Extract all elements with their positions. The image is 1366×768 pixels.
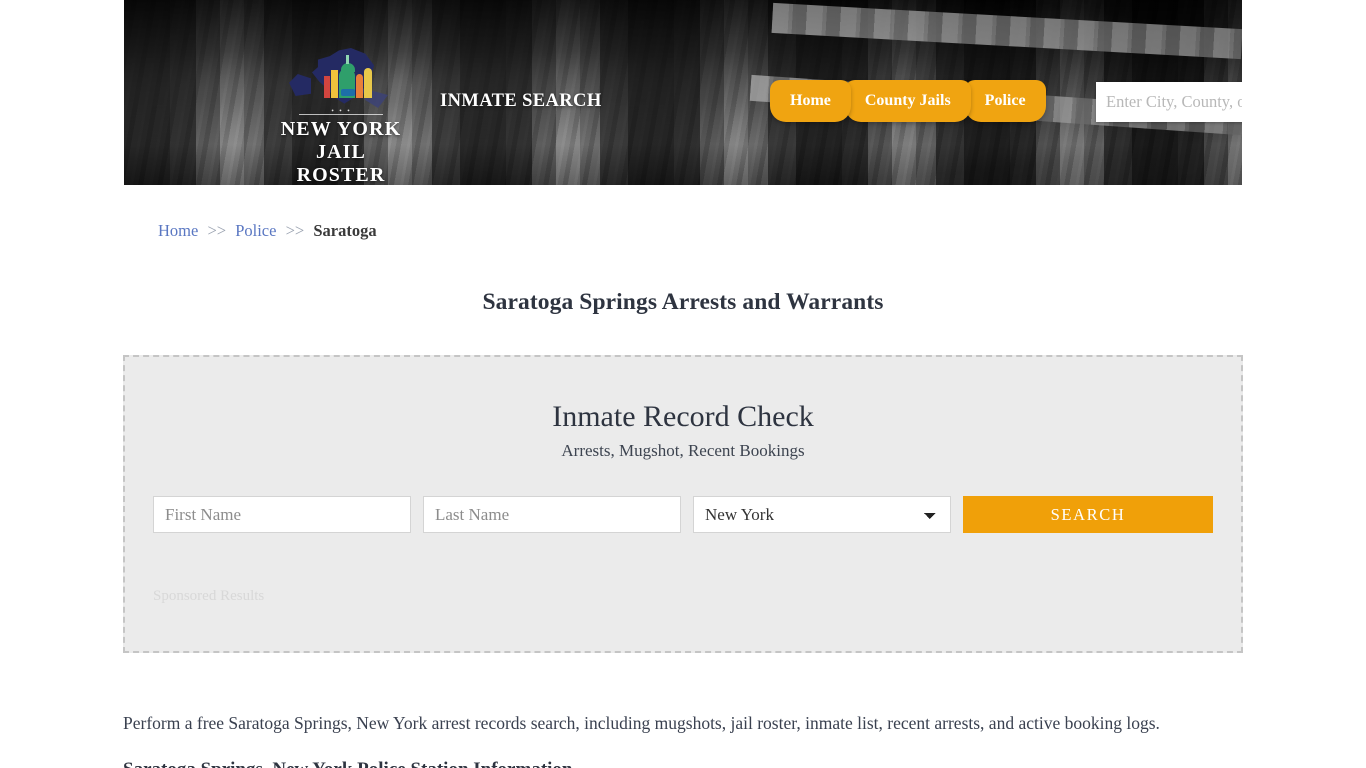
logo-line-1: NEW YORK	[280, 118, 402, 140]
intro-paragraph: Perform a free Saratoga Springs, New Yor…	[123, 712, 1160, 733]
page-root: NEW YORK JAIL ROSTER INMATE SEARCH Home …	[0, 0, 1366, 768]
breadcrumb-link-police[interactable]: Police	[235, 221, 276, 240]
nav-item-home[interactable]: Home	[770, 80, 851, 122]
breadcrumb-separator-2: >>	[285, 221, 305, 240]
header-search-input[interactable]	[1096, 82, 1242, 122]
state-select[interactable]: New York	[693, 496, 951, 533]
panel-subtitle: Arrests, Mugshot, Recent Bookings	[561, 441, 805, 460]
new-york-state-skyline-icon	[286, 48, 396, 110]
inmate-search-form: New York SEARCH	[153, 496, 1213, 533]
breadcrumb-link-home[interactable]: Home	[158, 221, 198, 240]
main-navigation: Home County Jails Police	[770, 80, 1046, 122]
header-search	[1096, 82, 1242, 122]
site-header: NEW YORK JAIL ROSTER INMATE SEARCH Home …	[124, 0, 1242, 185]
first-name-input[interactable]	[153, 496, 411, 533]
nav-item-police[interactable]: Police	[964, 80, 1046, 122]
section-heading-police-station-info: Saratoga Springs, New York Police Statio…	[123, 759, 573, 768]
header-tagline: INMATE SEARCH	[440, 91, 602, 111]
panel-title: Inmate Record Check	[552, 400, 814, 433]
inmate-record-check-panel: Inmate Record Check Arrests, Mugshot, Re…	[123, 355, 1243, 653]
sponsored-results-label: Sponsored Results	[153, 588, 265, 604]
nav-item-county-jails[interactable]: County Jails	[844, 80, 971, 122]
logo-divider	[299, 114, 383, 115]
logo-line-2: JAIL ROSTER	[296, 141, 386, 185]
site-logo[interactable]: NEW YORK JAIL ROSTER	[276, 48, 406, 185]
breadcrumb-current-saratoga: Saratoga	[313, 221, 377, 240]
search-submit-button[interactable]: SEARCH	[963, 496, 1213, 533]
breadcrumb: Home >> Police >> Saratoga	[158, 221, 377, 241]
last-name-input[interactable]	[423, 496, 681, 533]
page-title: Saratoga Springs Arrests and Warrants	[482, 288, 884, 315]
breadcrumb-separator-1: >>	[207, 221, 227, 240]
